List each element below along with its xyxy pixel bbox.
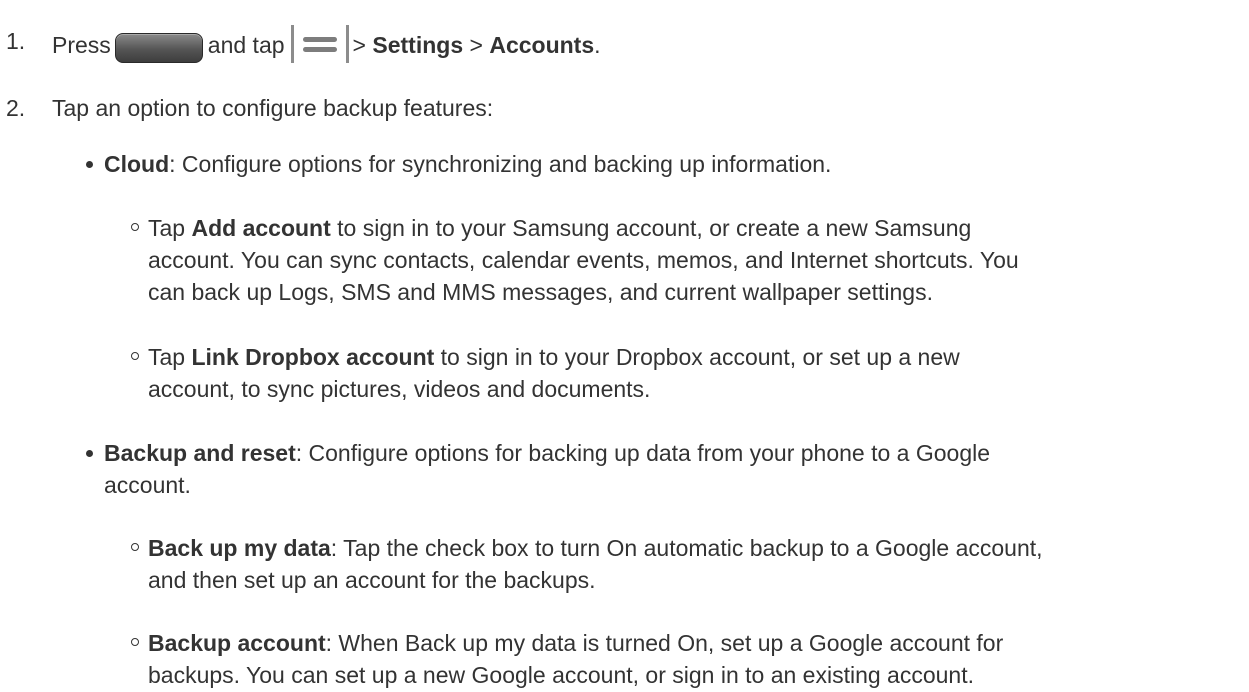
home-key-icon (114, 33, 203, 63)
step-and-tap-text: and tap (207, 32, 285, 58)
period: . (594, 32, 601, 58)
sub-bullet-dot (131, 638, 139, 646)
step-press-text: Press (52, 32, 111, 58)
option-description: account. (104, 472, 191, 498)
step-text: Tap an option to configure backup featur… (52, 95, 494, 121)
sub-prefix: Tap (148, 215, 192, 241)
sub-line: and then set up an account for the backu… (148, 567, 596, 593)
sub-option-text: Back up my data: Tap the check box to tu… (148, 532, 1228, 596)
sub-option-text: Tap Add account to sign in to your Samsu… (148, 212, 1228, 308)
option-text: Cloud: Configure options for synchronizi… (104, 148, 1222, 180)
sub-line: account, to sync pictures, videos and do… (148, 376, 651, 402)
instruction-document: 1. Press and tap > Settings > Accounts. 2.… (0, 0, 1249, 692)
sub-option-title: Back up my data (148, 535, 331, 561)
sub-bullet-dot (131, 543, 139, 551)
sub-line: : Tap the check box to turn On automatic… (330, 535, 1043, 561)
bullet-dot (86, 161, 93, 168)
sub-line: to sign in to your Dropbox account, or s… (434, 344, 960, 370)
option-description: : Configure options for backing up data … (295, 440, 991, 466)
step-number: 1. (6, 28, 26, 54)
sub-option-title: Add account (191, 215, 331, 241)
sub-option-title: Link Dropbox account (191, 344, 435, 370)
bullet-dot (86, 450, 93, 457)
option-backup-and-reset: Backup and reset: Configure options for … (86, 437, 1222, 501)
option-cloud: Cloud: Configure options for synchronizi… (86, 148, 1222, 180)
separator: > (352, 32, 366, 58)
sub-bullet-dot (131, 223, 139, 231)
option-description: : Configure options for synchronizing an… (169, 151, 832, 177)
accounts-label: Accounts (489, 32, 595, 58)
option-text: Backup and reset: Configure options for … (104, 437, 1222, 501)
sub-option-back-up-my-data: Back up my data: Tap the check box to tu… (131, 532, 1228, 596)
step-number: 2. (6, 95, 26, 121)
sub-line: account. You can sync contacts, calendar… (148, 247, 1019, 273)
sub-line: to sign in to your Samsung account, or c… (330, 215, 972, 241)
sub-option-title: Backup account (148, 630, 326, 656)
sub-line: backups. You can set up a new Google acc… (148, 662, 974, 688)
sub-option-backup-account: Backup account: When Back up my data is … (131, 627, 1228, 691)
sub-option-link-dropbox: Tap Link Dropbox account to sign in to y… (131, 341, 1228, 405)
sub-option-text: Tap Link Dropbox account to sign in to y… (148, 341, 1228, 405)
menu-key-icon (290, 25, 349, 63)
separator: > (469, 32, 483, 58)
option-title: Cloud (104, 151, 170, 177)
sub-bullet-dot (131, 352, 139, 360)
settings-label: Settings (372, 32, 464, 58)
step-text: Press and tap > Settings > Accounts. (52, 25, 601, 63)
sub-line: : When Back up my data is turned On, set… (325, 630, 1004, 656)
sub-line: can back up Logs, SMS and MMS messages, … (148, 279, 933, 305)
sub-option-text: Backup account: When Back up my data is … (148, 627, 1228, 691)
option-title: Backup and reset (104, 440, 296, 466)
sub-prefix: Tap (148, 344, 192, 370)
sub-option-add-account: Tap Add account to sign in to your Samsu… (131, 212, 1228, 308)
